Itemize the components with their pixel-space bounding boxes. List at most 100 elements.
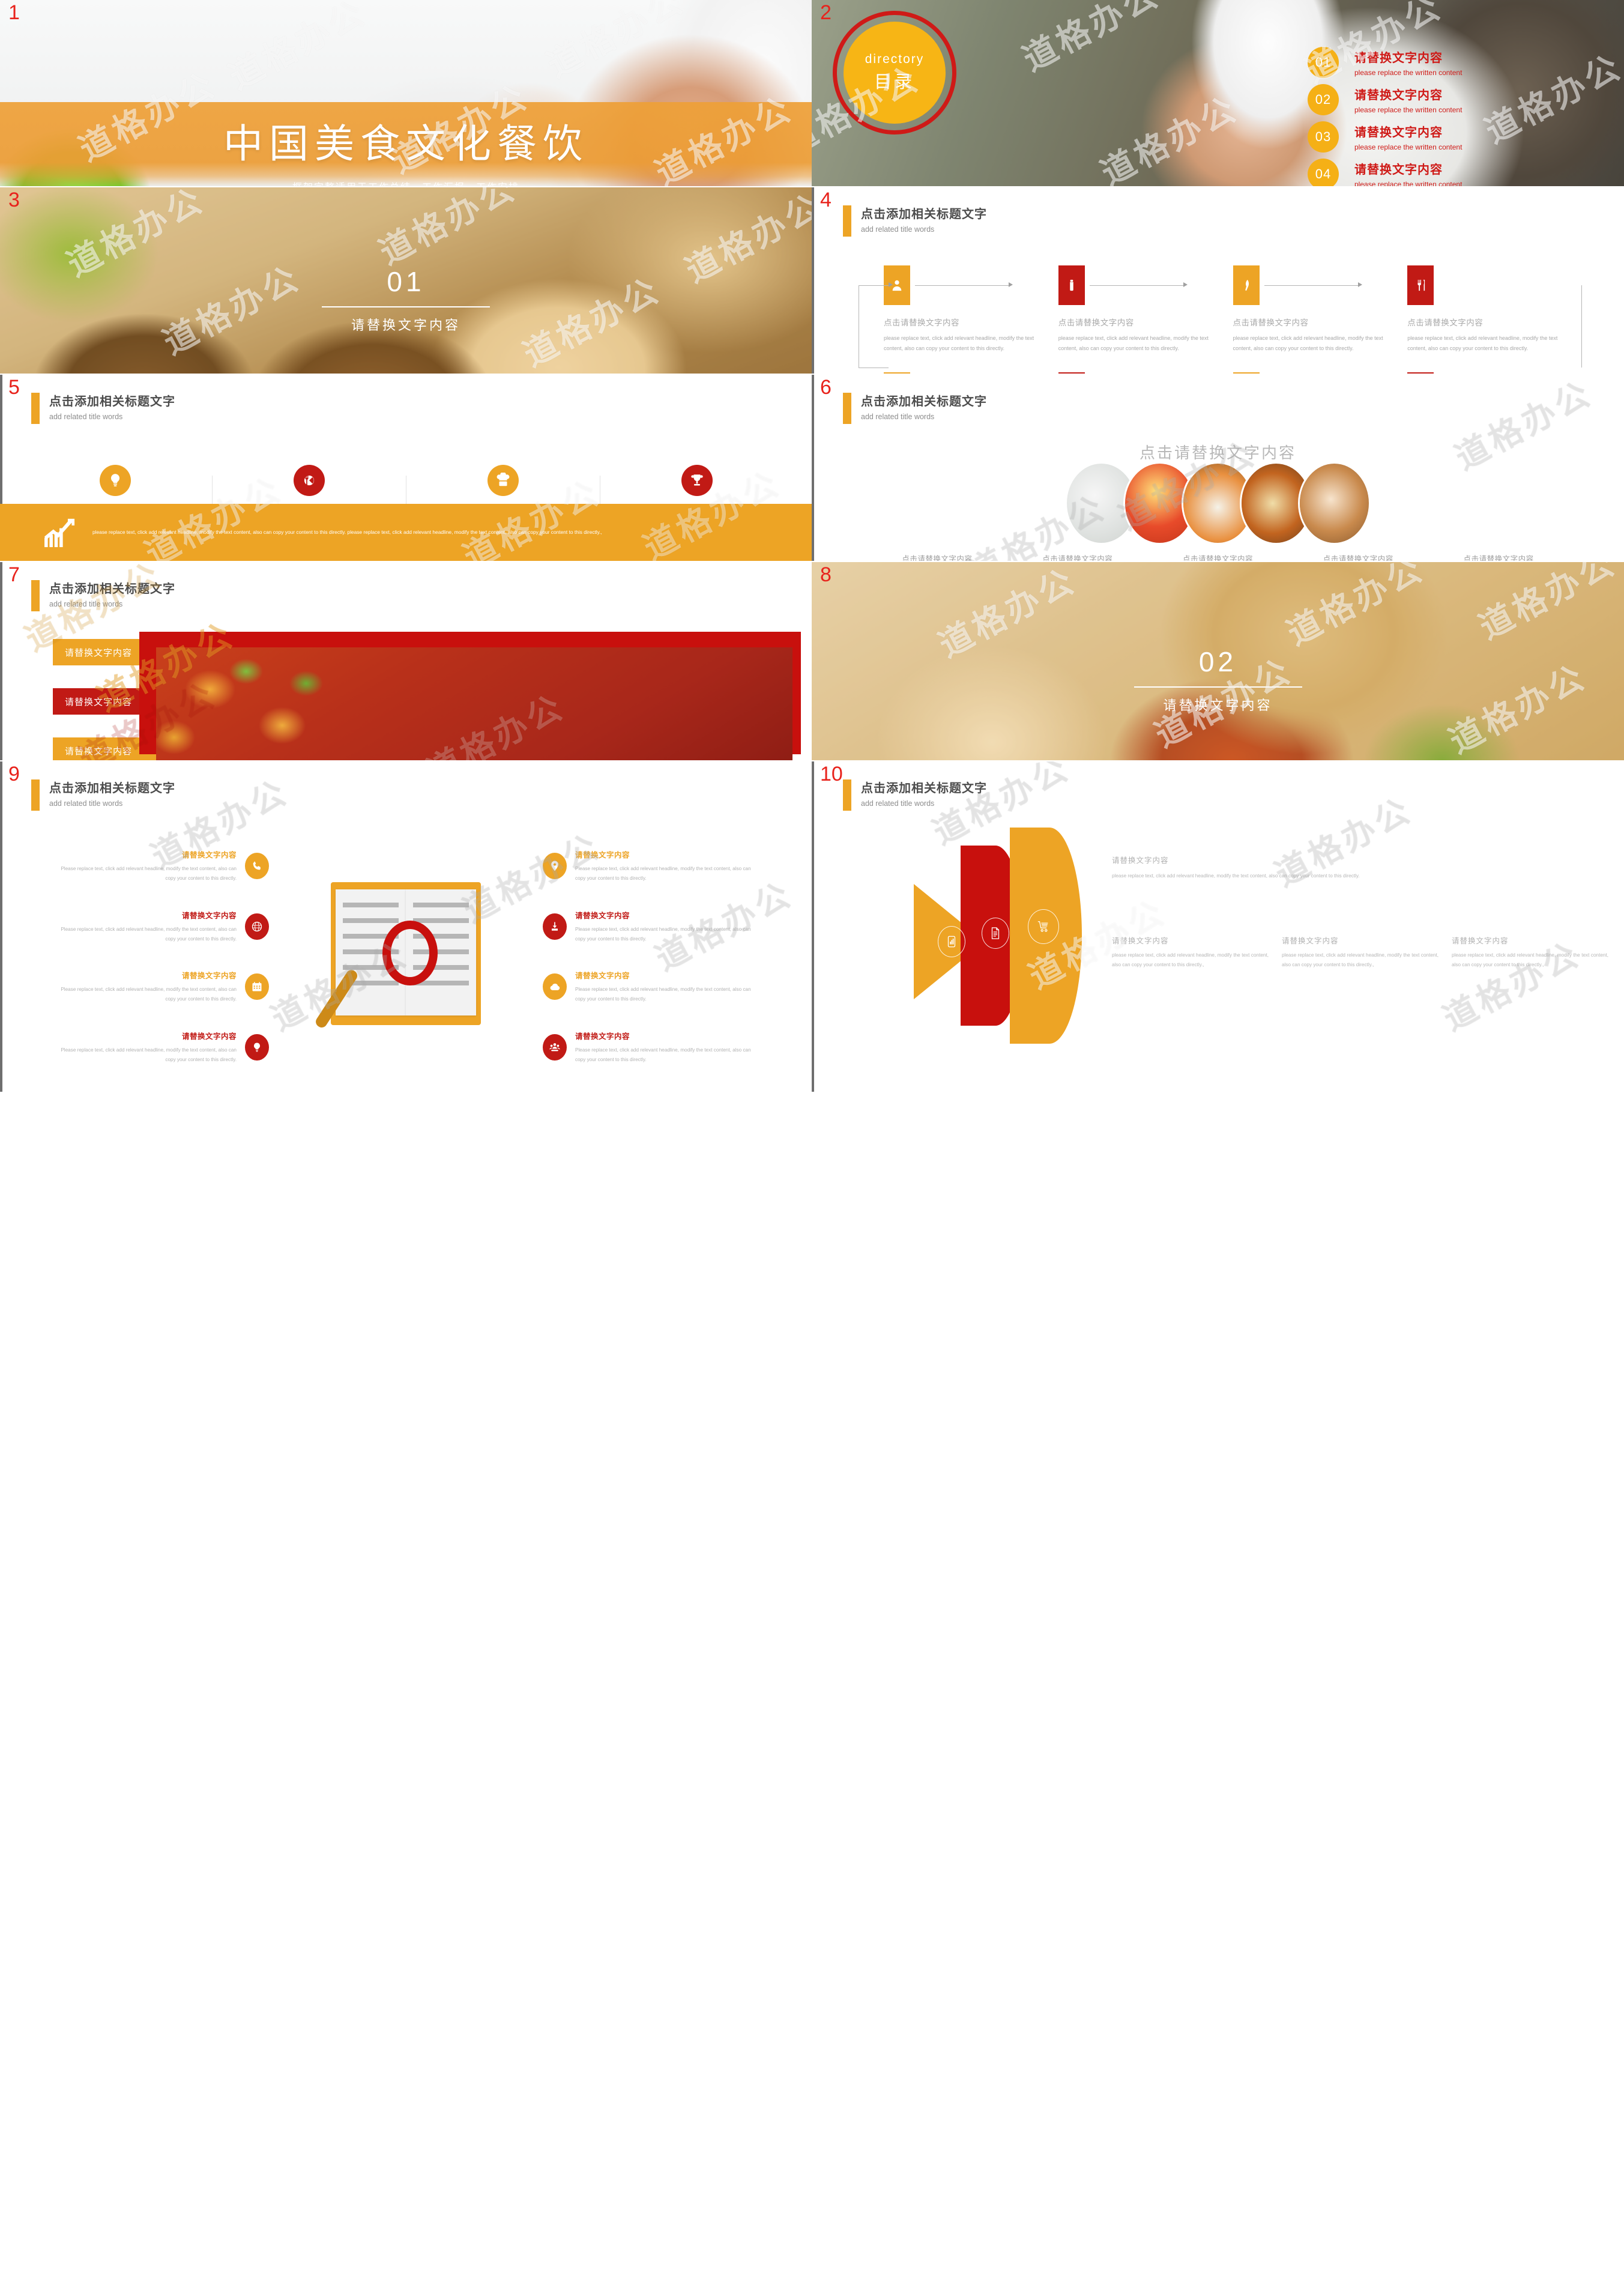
section-number: 02: [1198, 646, 1237, 677]
directory-item-sub: please replace the written content: [1354, 106, 1463, 114]
funnel-bottom-text: 请替换文字内容 please replace text, click add r…: [1112, 934, 1608, 970]
feature-title: 请替换文字内容: [181, 851, 237, 860]
feature-item-right-1[interactable]: 请替换文字内容 Please replace text, click add r…: [536, 849, 812, 883]
search-icon: [1233, 372, 1260, 374]
funnel-diagram: 请替换文字内容 please replace text, click add r…: [812, 826, 1624, 1092]
summary-banner: please replace text, click add relevant …: [0, 504, 812, 561]
directory-item-4[interactable]: 04 请替换文字内容 please replace the written co…: [1308, 159, 1462, 186]
caption-title: 点击请替换文字内容: [1323, 555, 1393, 561]
knife-icon: [1233, 265, 1260, 305]
caption-title: 点击请替换文字内容: [902, 555, 973, 561]
slide-title: 点击添加相关标题文字 add related title words: [31, 579, 175, 611]
funnel-text-block-2[interactable]: 请替换文字内容 please replace text, click add r…: [1282, 934, 1438, 970]
center-illustration: [276, 828, 536, 1086]
process-row-bottom: 点击请替换文字内容 please replace text, click add…: [884, 372, 1582, 374]
slide-4[interactable]: 点击添加相关标题文字 add related title words 点击请替换…: [812, 187, 1624, 374]
process-step-5[interactable]: 点击请替换文字内容 please replace text, click add…: [884, 372, 1058, 374]
arrow-right-icon: [1357, 282, 1362, 287]
block-body: please replace text, click add relevant …: [1112, 952, 1269, 967]
slide-5[interactable]: 点击添加相关标题文字 add related title words 请替换文字…: [0, 375, 812, 561]
feature-item-right-4[interactable]: 请替换文字内容 Please replace text, click add r…: [536, 1030, 812, 1065]
process-step-7[interactable]: 点击请替换文字内容 please replace text, click add…: [1233, 372, 1408, 374]
funnel-top-text: 请替换文字内容 please replace text, click add r…: [1112, 854, 1376, 881]
block-body: please replace text, click add relevant …: [1112, 873, 1360, 879]
block-title: 请替换文字内容: [1112, 856, 1169, 865]
trophy-icon: [681, 465, 713, 496]
slide-grid: 中国美食文化餐饮 框架完整适用于工作总结、工作汇报、工作安排 framework…: [0, 0, 1624, 1092]
slide-6[interactable]: 点击添加相关标题文字 add related title words 点击请替换…: [812, 375, 1624, 561]
caption-column-1[interactable]: 点击请替换文字内容 请替换文字内容，点击添加相关标题文字，修改文字内容，也可以直…: [875, 552, 1000, 561]
bottle-icon: [1058, 265, 1085, 305]
directory-item-3[interactable]: 03 请替换文字内容 please replace the written co…: [1308, 121, 1462, 153]
caption-column-3[interactable]: 点击请替换文字内容 请替换文字内容，点击添加相关标题文字，修改文字内容，也可以直…: [1156, 552, 1281, 561]
feature-body: Please replace text, click add relevant …: [575, 1047, 751, 1062]
caption-title: 点击请替换文字内容: [1463, 555, 1534, 561]
feature-body: Please replace text, click add relevant …: [61, 926, 237, 942]
slide-2[interactable]: directory 目录 01 请替换文字内容 please replace t…: [812, 0, 1624, 186]
caption-title: 点击请替换文字内容: [1182, 555, 1253, 561]
title-accent-bar: [843, 393, 851, 424]
slide-title: 点击添加相关标题文字 add related title words: [31, 392, 175, 424]
directory-item-1[interactable]: 01 请替换文字内容 please replace the written co…: [1308, 47, 1462, 78]
directory-item-title: 请替换文字内容: [1354, 52, 1443, 65]
slide-1[interactable]: 中国美食文化餐饮 框架完整适用于工作总结、工作汇报、工作安排 framework…: [0, 0, 812, 186]
title-subtitle-cn: 框架完整适用于工作总结、工作汇报、工作安排: [0, 179, 812, 186]
process-diagram: 点击请替换文字内容 please replace text, click add…: [859, 265, 1582, 374]
shopping-cart-icon: [1028, 909, 1059, 944]
users-icon: [543, 1034, 567, 1061]
process-step-1[interactable]: 点击请替换文字内容 please replace text, click add…: [884, 265, 1058, 353]
caption-column-2[interactable]: 点击请替换文字内容 请替换文字内容，点击添加相关标题文字，修改文字内容，也可以直…: [1015, 552, 1140, 561]
left-feature-column: 请替换文字内容 Please replace text, click add r…: [0, 828, 276, 1086]
slide-left-rule: [0, 562, 2, 760]
block-title: 请替换文字内容: [1282, 937, 1339, 945]
book-magnifier-icon: [313, 881, 481, 1032]
page-title: 中国美食文化餐饮: [223, 121, 588, 166]
funnel-text-block-1[interactable]: 请替换文字内容 please replace text, click add r…: [1112, 934, 1269, 970]
feature-item-right-3[interactable]: 请替换文字内容 Please replace text, click add r…: [536, 969, 812, 1004]
feature-item-left-1[interactable]: 请替换文字内容 Please replace text, click add r…: [0, 849, 276, 883]
caption-column-4[interactable]: 点击请替换文字内容 请替换文字内容，点击添加相关标题文字，修改文字内容，也可以直…: [1296, 552, 1420, 561]
feature-item-left-4[interactable]: 请替换文字内容 Please replace text, click add r…: [0, 1030, 276, 1065]
title-accent-bar: [31, 779, 40, 811]
bag-icon: [884, 372, 910, 374]
feature-item-left-2[interactable]: 请替换文字内容 Please replace text, click add r…: [0, 909, 276, 944]
cutlery-icon: [1407, 265, 1434, 305]
globe-phone-icon: [245, 913, 269, 940]
feature-title: 请替换文字内容: [575, 851, 630, 860]
photo-circle-row: [896, 464, 1540, 543]
feature-item-left-3[interactable]: 请替换文字内容 Please replace text, click add r…: [0, 969, 276, 1004]
slide-7[interactable]: 点击添加相关标题文字 add related title words 请替换文字…: [0, 562, 812, 760]
page-subtitle: add related title words: [49, 600, 123, 608]
phone-icon: [245, 853, 269, 880]
slide-number: 9: [8, 763, 20, 785]
step-title: 点击请替换文字内容: [1233, 318, 1309, 327]
process-step-6[interactable]: 点击请替换文字内容 please replace text, click add…: [1058, 372, 1233, 374]
directory-number-badge: 03: [1308, 121, 1339, 153]
page-title: 点击添加相关标题文字: [49, 583, 175, 596]
feature-item-right-2[interactable]: 请替换文字内容 Please replace text, click add r…: [536, 909, 812, 944]
calendar-icon: [245, 973, 269, 1000]
step-title: 点击请替换文字内容: [884, 318, 959, 327]
funnel-text-block-3[interactable]: 请替换文字内容 please replace text, click add r…: [1452, 934, 1608, 970]
feature-body: Please replace text, click add relevant …: [61, 987, 237, 1002]
slide-9[interactable]: 点击添加相关标题文字 add related title words 请替换文字…: [0, 761, 812, 1092]
directory-item-2[interactable]: 02 请替换文字内容 please replace the written co…: [1308, 84, 1462, 115]
plate-fork-icon: [293, 465, 325, 496]
slide-8[interactable]: 02 请替换文字内容 8 道格办公 道格办公 道格办公 道格办公 道格办公: [812, 562, 1624, 760]
caption-column-5[interactable]: 点击请替换文字内容 请替换文字内容，点击添加相关标题文字，修改文字内容，也可以直…: [1436, 552, 1561, 561]
feature-body: Please replace text, click add relevant …: [61, 1047, 237, 1062]
process-step-8[interactable]: 点击请替换文字内容 please replace text, click add…: [1407, 372, 1582, 374]
process-step-4[interactable]: 点击请替换文字内容 please replace text, click add…: [1407, 265, 1582, 353]
slide-3[interactable]: 01 请替换文字内容 3 道格办公 道格办公 道格办公 道格办公 道格办公: [0, 187, 812, 374]
feature-body: Please replace text, click add relevant …: [575, 926, 751, 942]
section-title-block: 01 请替换文字内容: [0, 265, 812, 334]
process-step-2[interactable]: 点击请替换文字内容 please replace text, click add…: [1058, 265, 1233, 353]
slide-number: 10: [820, 763, 843, 785]
slide-number: 6: [820, 376, 832, 399]
process-step-3[interactable]: 点击请替换文字内容 please replace text, click add…: [1233, 265, 1408, 353]
slide-10[interactable]: 点击添加相关标题文字 add related title words 请替换文字…: [812, 761, 1624, 1092]
connector-line: [915, 285, 1010, 286]
photo-circle-5[interactable]: [1300, 464, 1369, 543]
directory-label-en: directory: [865, 52, 925, 66]
step-body: please replace text, click add relevant …: [884, 335, 1034, 351]
